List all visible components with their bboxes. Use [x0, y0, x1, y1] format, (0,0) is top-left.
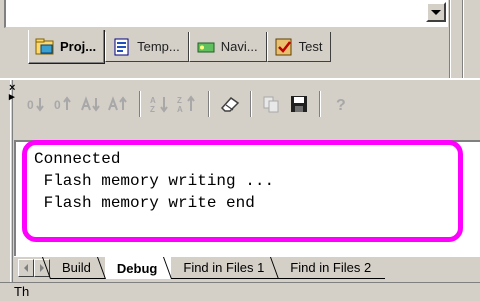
tab-find-in-files-2[interactable]: Find in Files 2	[278, 257, 386, 279]
sort-za-icon: Z A	[177, 95, 195, 113]
tab-template[interactable]: Temp...	[105, 32, 189, 62]
project-icon	[35, 38, 54, 54]
tab-build[interactable]: Build	[50, 257, 105, 279]
sort-az-button[interactable]: A Z	[149, 92, 173, 116]
copy-button[interactable]	[260, 92, 284, 116]
tab-find-in-files-1-label: Find in Files 1	[183, 260, 265, 275]
svg-text:Z: Z	[177, 96, 182, 105]
test-icon	[275, 38, 292, 55]
sort-az-icon: A Z	[150, 96, 168, 113]
output-tabs: Build Debug Find in Files 1 Find in File…	[14, 256, 480, 280]
sort-ascending-button[interactable]	[80, 92, 104, 116]
tab-navigator-label: Navi...	[220, 39, 258, 54]
docking-grip[interactable]	[10, 80, 13, 295]
svg-text:A: A	[177, 105, 183, 113]
output-text-area[interactable]: Connected Flash memory writing ... Flash…	[14, 140, 480, 256]
sort-za-button[interactable]: Z A	[176, 92, 200, 116]
svg-text:A: A	[150, 96, 156, 105]
tab-template-label: Temp...	[137, 39, 180, 54]
chevron-down-icon	[431, 9, 441, 15]
output-line: Connected	[34, 150, 121, 168]
chevron-right-icon	[40, 264, 44, 272]
toolbar-separator	[139, 91, 141, 117]
toolbar-separator	[208, 91, 210, 117]
workspace-panel: Proj... Temp... Navi... Test	[0, 0, 451, 78]
svg-text:?: ?	[336, 97, 346, 113]
tab-project-label: Proj...	[60, 39, 97, 54]
chevron-left-icon	[24, 264, 28, 272]
sort-icon: 0	[27, 98, 44, 112]
tab-test-label: Test	[298, 39, 323, 54]
tab-debug[interactable]: Debug	[104, 257, 172, 279]
tab-build-label: Build	[62, 260, 91, 275]
output-line: Flash memory writing ...	[34, 172, 275, 190]
workspace-tree-view[interactable]	[4, 0, 448, 28]
close-icon[interactable]: × ▸	[9, 83, 19, 112]
sort-reverse-button[interactable]: 0	[53, 92, 77, 116]
navigator-icon	[197, 42, 215, 52]
panel-divider[interactable]	[449, 0, 451, 78]
copy-icon	[263, 96, 279, 113]
save-icon	[291, 96, 307, 112]
panel-divider-right	[462, 0, 464, 78]
help-button[interactable]: ?	[329, 92, 353, 116]
sort-descending-icon	[108, 96, 127, 111]
output-line: Flash memory write end	[34, 194, 255, 212]
help-icon: ?	[336, 97, 346, 113]
sort-descending-button[interactable]	[107, 92, 131, 116]
tab-scroll-left-button[interactable]	[18, 259, 34, 277]
tab-project[interactable]: Proj...	[28, 30, 106, 64]
sort-reverse-icon: 0	[54, 96, 71, 112]
sort-button[interactable]: 0	[26, 92, 50, 116]
clear-button[interactable]	[218, 92, 242, 116]
svg-text:0: 0	[27, 98, 34, 112]
save-button[interactable]	[287, 92, 311, 116]
svg-text:Z: Z	[150, 105, 155, 113]
workspace-tabs: Proj... Temp... Navi... Test	[28, 30, 332, 64]
status-text: Th	[14, 284, 30, 299]
tab-find-in-files-1[interactable]: Find in Files 1	[171, 257, 279, 279]
tab-debug-label: Debug	[116, 260, 158, 276]
output-toolbar: 0 0 A Z Z A ?	[26, 88, 353, 120]
toolbar-separator	[319, 91, 321, 117]
eraser-icon	[220, 97, 240, 112]
tab-navigator[interactable]: Navi...	[188, 32, 267, 62]
tab-test[interactable]: Test	[266, 32, 332, 62]
scroll-down-button[interactable]	[426, 2, 446, 22]
template-icon	[114, 38, 129, 55]
status-bar: Th	[0, 282, 480, 300]
tab-find-in-files-2-label: Find in Files 2	[290, 260, 372, 275]
sort-ascending-icon	[81, 96, 100, 112]
svg-text:0: 0	[54, 98, 61, 112]
toolbar-separator	[250, 91, 252, 117]
